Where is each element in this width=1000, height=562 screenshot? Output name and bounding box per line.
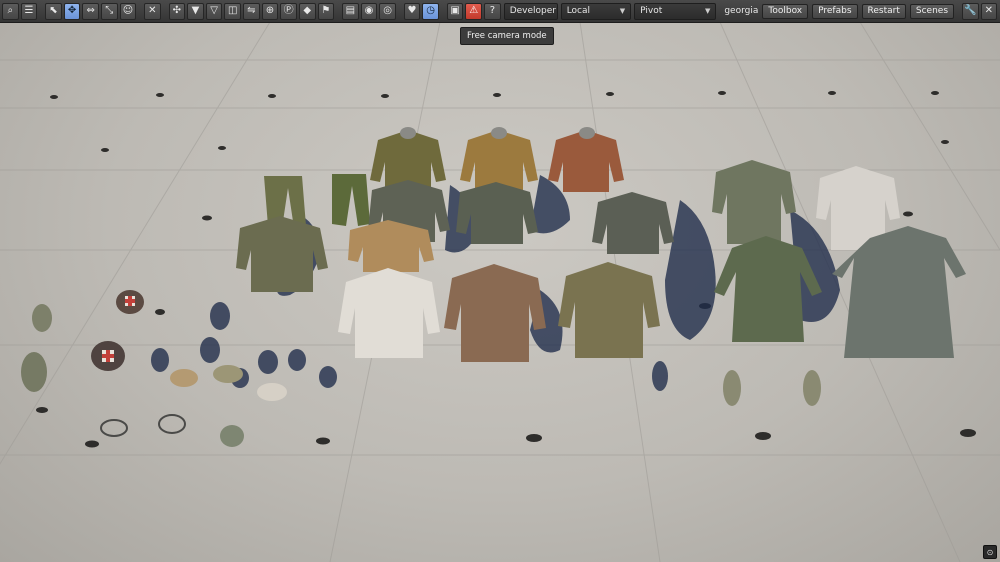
local-label: Local (566, 6, 591, 16)
chevron-down-icon: ▼ (619, 7, 626, 15)
warning-icon[interactable]: ⚠ (465, 2, 483, 20)
local-dropdown[interactable]: Local ▼ (560, 2, 632, 20)
rotate-icon[interactable]: ⇔ (82, 2, 99, 20)
help-icon[interactable]: ? (484, 2, 501, 20)
link-icon[interactable]: ⇋ (243, 2, 260, 20)
wrench-icon[interactable]: 🔧 (961, 2, 979, 20)
clock-icon[interactable]: ◷ (422, 2, 439, 20)
scale-icon[interactable]: ⤡ (100, 2, 118, 20)
triangle-outline-icon[interactable]: ▽ (205, 2, 223, 20)
split-view-icon[interactable]: ◫ (224, 2, 242, 20)
scene-render (0, 21, 1000, 562)
pin-p-icon[interactable]: Ⓟ (280, 2, 297, 20)
close-icon[interactable]: ✕ (980, 2, 998, 20)
triangle-down-icon[interactable]: ▼ (187, 2, 204, 20)
pivot-label: Pivot (640, 6, 663, 16)
gizmo-settings-icon[interactable]: ⊙ (983, 545, 997, 559)
username-label: georgia (724, 6, 759, 16)
menu-icon[interactable]: ☰ (20, 2, 38, 20)
developer-dropdown[interactable]: Developer ▼ (503, 2, 567, 20)
flag-icon[interactable]: ⚑ (317, 2, 335, 20)
eye-icon[interactable]: ◉ (360, 2, 378, 20)
save-icon[interactable]: ▣ (446, 2, 464, 20)
select-icon[interactable]: ⬉ (45, 2, 62, 20)
document-icon[interactable]: ▤ (342, 2, 359, 20)
tooltip: Free camera mode (460, 27, 554, 45)
navmesh-icon[interactable]: ✣ (168, 2, 186, 20)
search-icon[interactable]: ⌕ (2, 2, 19, 20)
toolbox-button[interactable]: Toolbox (762, 3, 809, 19)
chevron-down-icon: ▼ (704, 7, 711, 15)
pivot-dropdown[interactable]: Pivot ▼ (634, 2, 717, 20)
diamond-icon[interactable]: ◆ (298, 2, 316, 20)
target-icon[interactable]: ⊕ (261, 2, 279, 20)
move-icon[interactable]: ✥ (63, 2, 81, 20)
scenes-button[interactable]: Scenes (909, 3, 955, 19)
heart-icon[interactable]: ♥ (403, 2, 421, 20)
scene-viewport[interactable] (0, 0, 1000, 562)
editor-toolbar: ⌕ ☰ ⬉ ✥ ⇔ ⤡ ☺ ✕ ✣ ▼ ▽ ◫ ⇋ ⊕ Ⓟ ◆ ⚑ ▤ ◉ ◎ … (0, 0, 1000, 23)
developer-label: Developer (509, 6, 556, 16)
cross-tool-icon[interactable]: ✕ (144, 2, 161, 20)
restart-button[interactable]: Restart (861, 3, 906, 19)
smiley-icon[interactable]: ☺ (119, 2, 137, 20)
eye-off-icon[interactable]: ◎ (379, 2, 396, 20)
prefabs-button[interactable]: Prefabs (812, 3, 858, 19)
